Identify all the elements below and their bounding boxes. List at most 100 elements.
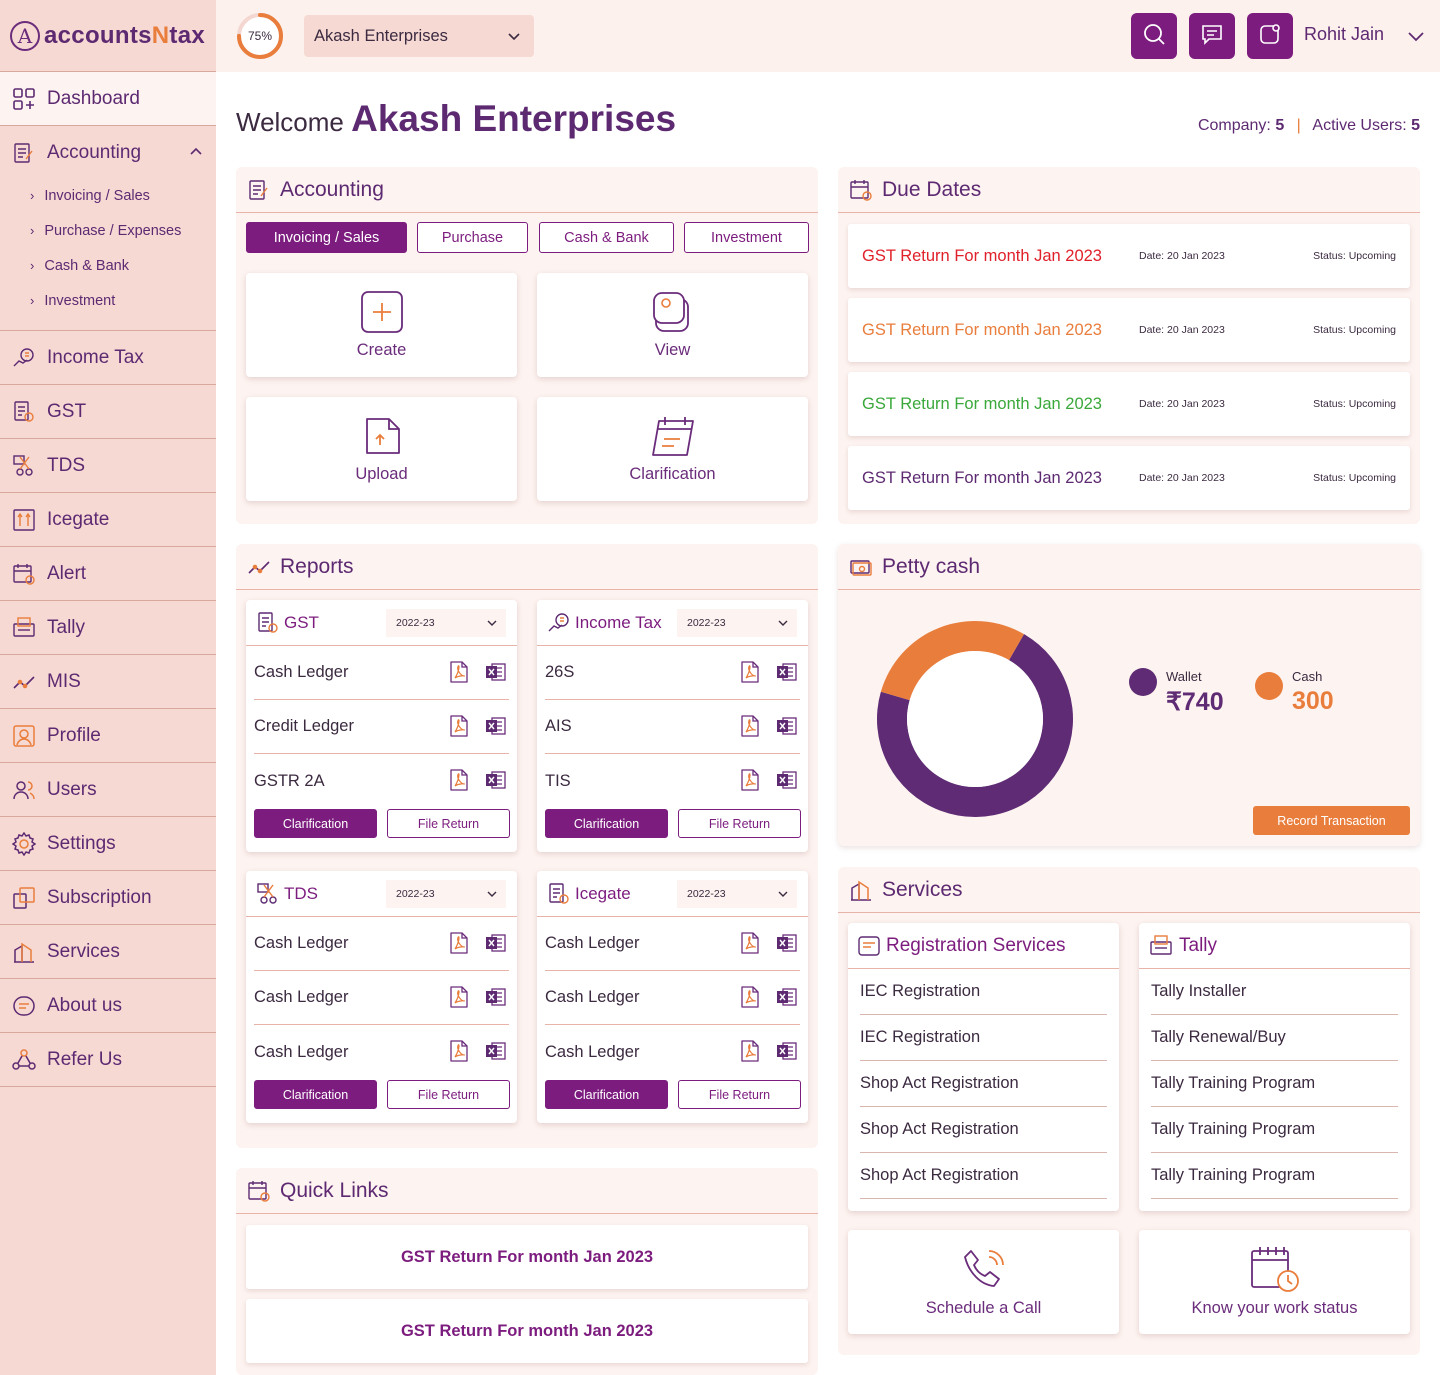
service-item[interactable]: Tally Training Program [1151,1107,1398,1153]
services-icon [848,877,874,903]
excel-icon[interactable] [776,661,798,688]
messages-button[interactable] [1189,13,1235,59]
file-return-button[interactable]: File Return [387,809,510,838]
excel-icon[interactable] [485,932,507,959]
sidebar-item-subscription[interactable]: Subscription [0,871,216,925]
submenu-item-investment[interactable]: › Investment [0,283,216,318]
refer-icon [12,1048,36,1072]
due-date-row[interactable]: GST Return For month Jan 2023 Date: 20 J… [848,224,1410,288]
brand-logo[interactable]: A accountsNtax [0,0,216,72]
pdf-icon[interactable] [740,1040,760,1067]
pdf-icon[interactable] [740,769,760,796]
search-button[interactable] [1131,13,1177,59]
year-select[interactable]: 2022-23 [386,880,506,908]
chevron-up-icon[interactable] [188,144,204,166]
excel-icon[interactable] [776,1040,798,1067]
year-select[interactable]: 2022-23 [677,880,797,908]
file-return-button[interactable]: File Return [678,809,801,838]
logo-mark: A [10,20,40,51]
file-return-button[interactable]: File Return [387,1080,510,1109]
record-transaction-button[interactable]: Record Transaction [1253,806,1410,835]
chevron-right-icon: › [30,293,35,308]
service-item[interactable]: Tally Renewal/Buy [1151,1015,1398,1061]
user-name[interactable]: Rohit Jain [1304,24,1384,45]
accounting-submenu: › Invoicing / Sales › Purchase / Expenses … [0,178,216,331]
sidebar-item-settings[interactable]: Settings [0,817,216,871]
excel-icon[interactable] [776,715,798,742]
submenu-item-purchase[interactable]: › Purchase / Expenses [0,213,216,248]
quick-link[interactable]: GST Return For month Jan 2023 [246,1299,808,1363]
chevron-down-icon[interactable] [1406,26,1426,51]
service-item[interactable]: Shop Act Registration [860,1153,1107,1199]
submenu-item-cash-bank[interactable]: › Cash & Bank [0,248,216,283]
sidebar-item-alert[interactable]: Alert [0,547,216,601]
service-item[interactable]: IEC Registration [860,969,1107,1015]
tab-purchase[interactable]: Purchase [417,222,528,253]
pdf-icon[interactable] [740,661,760,688]
tile-label: Upload [355,464,408,483]
upload-tile[interactable]: Upload [246,397,517,501]
sidebar-item-icegate[interactable]: Icegate [0,493,216,547]
due-date-row[interactable]: GST Return For month Jan 2023 Date: 20 J… [848,372,1410,436]
pdf-icon[interactable] [740,986,760,1013]
sidebar-item-gst[interactable]: GST [0,385,216,439]
due-date-row[interactable]: GST Return For month Jan 2023 Date: 20 J… [848,446,1410,510]
view-tile[interactable]: View [537,273,808,377]
pdf-icon[interactable] [740,932,760,959]
pdf-icon[interactable] [740,715,760,742]
schedule-call-tile[interactable]: Schedule a Call [848,1230,1119,1334]
pdf-icon[interactable] [449,932,469,959]
clarification-button[interactable]: Clarification [254,809,377,838]
excel-icon[interactable] [485,1040,507,1067]
tab-cash-bank[interactable]: Cash & Bank [539,222,674,253]
excel-icon[interactable] [485,715,507,742]
sidebar-item-mis[interactable]: MIS [0,655,216,709]
sidebar-item-accounting[interactable]: Accounting [0,126,216,180]
work-status-tile[interactable]: Know your work status [1139,1230,1410,1334]
clarification-button[interactable]: Clarification [254,1080,377,1109]
notifications-button[interactable] [1247,13,1293,59]
excel-icon[interactable] [485,661,507,688]
due-status: Status: Upcoming [1313,250,1396,262]
company-select[interactable]: Akash Enterprises [304,15,534,57]
sidebar-item-profile[interactable]: Profile [0,709,216,763]
sidebar-item-users[interactable]: Users [0,763,216,817]
clarification-tile[interactable]: Clarification [537,397,808,501]
submenu-item-invoicing[interactable]: › Invoicing / Sales [0,178,216,213]
year-select[interactable]: 2022-23 [386,609,506,637]
excel-icon[interactable] [485,769,507,796]
tab-invoicing-sales[interactable]: Invoicing / Sales [246,222,407,253]
sidebar-item-dashboard[interactable]: Dashboard [0,72,216,126]
pdf-icon[interactable] [449,715,469,742]
pdf-icon[interactable] [449,1040,469,1067]
service-item[interactable]: Tally Training Program [1151,1061,1398,1107]
pdf-icon[interactable] [449,661,469,688]
sidebar-item-services[interactable]: Services [0,925,216,979]
year-select[interactable]: 2022-23 [677,609,797,637]
tally-icon [12,616,36,640]
clarification-button[interactable]: Clarification [545,1080,668,1109]
excel-icon[interactable] [776,986,798,1013]
sidebar-item-income-tax[interactable]: Income Tax [0,331,216,385]
excel-icon[interactable] [776,769,798,796]
create-tile[interactable]: Create [246,273,517,377]
excel-icon[interactable] [776,932,798,959]
sidebar-item-refer[interactable]: Refer Us [0,1033,216,1087]
service-item[interactable]: Tally Training Program [1151,1153,1398,1199]
pdf-icon[interactable] [449,986,469,1013]
service-item[interactable]: Shop Act Registration [860,1107,1107,1153]
quick-link[interactable]: GST Return For month Jan 2023 [246,1225,808,1289]
sidebar-item-tally[interactable]: Tally [0,601,216,655]
sidebar-item-about[interactable]: About us [0,979,216,1033]
pdf-icon[interactable] [449,769,469,796]
sidebar-item-tds[interactable]: TDS [0,439,216,493]
service-item[interactable]: Tally Installer [1151,969,1398,1015]
excel-icon[interactable] [485,986,507,1013]
file-return-button[interactable]: File Return [678,1080,801,1109]
service-item[interactable]: IEC Registration [860,1015,1107,1061]
service-item[interactable]: Shop Act Registration [860,1061,1107,1107]
clarification-button[interactable]: Clarification [545,809,668,838]
tab-investment[interactable]: Investment [684,222,809,253]
dashboard-icon [12,87,36,111]
due-date-row[interactable]: GST Return For month Jan 2023 Date: 20 J… [848,298,1410,362]
